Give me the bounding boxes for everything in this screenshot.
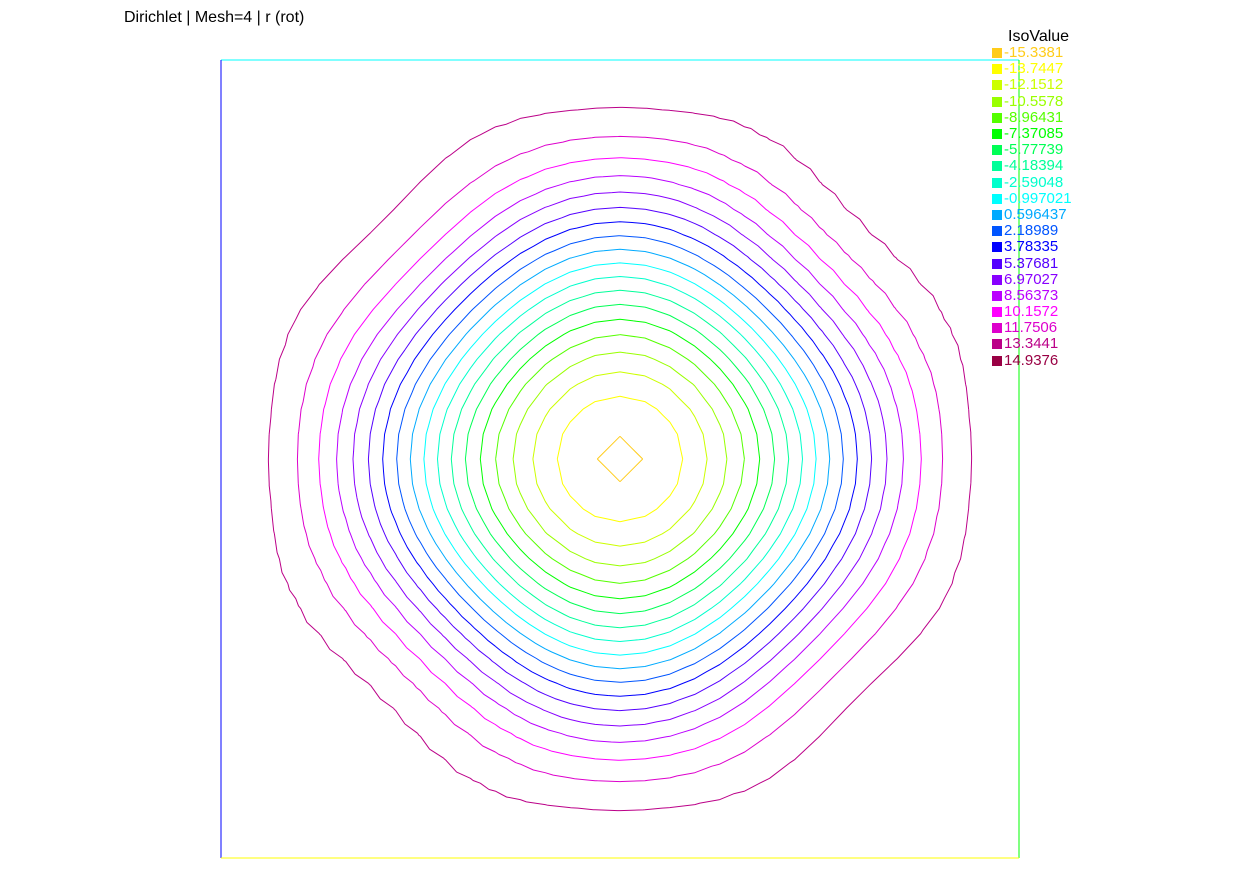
legend-item: -8.96431 [992, 108, 1072, 126]
isoline [296, 135, 944, 783]
legend-item: 8.56373 [992, 286, 1072, 304]
legend-item: -0.997021 [992, 189, 1072, 207]
legend-item: 14.9376 [992, 351, 1072, 369]
legend-item: 13.3441 [992, 336, 1072, 352]
legend-swatch [992, 96, 1002, 107]
legend-label: 0.596437 [1004, 205, 1067, 223]
legend-swatch [992, 323, 1002, 334]
legend-swatch [992, 129, 1002, 140]
legend-item: 3.78335 [992, 239, 1072, 255]
legend-swatch [992, 258, 1002, 269]
legend-swatch [992, 339, 1002, 350]
legend-label: -0.997021 [1004, 189, 1072, 207]
legend-swatch [992, 48, 1002, 59]
legend: IsoValue -15.3381 -13.7447 -12.1512 -10.557… [992, 29, 1072, 369]
isoline [382, 221, 858, 697]
legend-item: 5.37681 [992, 255, 1072, 271]
isoline [437, 276, 803, 642]
legend-swatch [992, 145, 1002, 156]
legend-label: 14.9376 [1004, 351, 1059, 369]
legend-swatch [992, 80, 1002, 91]
isoline [596, 435, 644, 483]
legend-item: -12.1512 [992, 77, 1072, 93]
isoline [318, 157, 922, 761]
legend-label: 13.3441 [1004, 335, 1059, 353]
legend-label: -2.59048 [1004, 173, 1064, 191]
legend-item: 2.18989 [992, 223, 1072, 239]
legend-title: IsoValue [1008, 28, 1070, 45]
legend-label: -12.1512 [1004, 76, 1064, 94]
isoline [556, 395, 684, 523]
legend-label: 2.18989 [1004, 222, 1059, 240]
legend-item: -13.7447 [992, 61, 1072, 77]
legend-swatch [992, 112, 1002, 123]
legend-item: 6.97027 [992, 270, 1072, 288]
legend-swatch [992, 177, 1002, 188]
legend-label: 6.97027 [1004, 270, 1059, 288]
isoline [464, 303, 776, 615]
isoline [423, 262, 817, 656]
legend-swatch [992, 226, 1002, 237]
isoline [532, 371, 708, 547]
legend-label: -8.96431 [1004, 108, 1064, 126]
legend-item: -4.18394 [992, 158, 1072, 174]
legend-swatch [992, 161, 1002, 172]
isoline [450, 289, 790, 629]
legend-item: -10.5578 [992, 92, 1072, 110]
legend-label: -4.18394 [1004, 157, 1064, 175]
isoline [396, 235, 844, 683]
legend-swatch [992, 193, 1002, 204]
legend-swatch [992, 64, 1002, 75]
legend-item: -2.59048 [992, 173, 1072, 191]
isoline [479, 318, 761, 600]
legend-item: 10.1572 [992, 304, 1072, 320]
legend-item: -7.37085 [992, 126, 1072, 142]
legend-swatch [992, 274, 1002, 285]
legend-swatch [992, 355, 1002, 366]
isoline [336, 175, 904, 743]
isoline [512, 351, 728, 567]
legend-swatch [992, 290, 1002, 301]
legend-swatch [992, 209, 1002, 220]
legend-item: 11.7506 [992, 320, 1072, 336]
legend-items: -15.3381 -13.7447 -12.1512 -10.5578 -8.96431… [992, 45, 1072, 369]
isoline [409, 248, 831, 670]
legend-label: 5.37681 [1004, 254, 1059, 272]
legend-item: -5.77739 [992, 142, 1072, 158]
legend-item: 0.596437 [992, 205, 1072, 223]
isoline [267, 106, 973, 812]
isoline [352, 191, 888, 727]
legend-item: -15.3381 [992, 45, 1072, 61]
legend-label: 3.78335 [1004, 238, 1059, 256]
legend-label: -10.5578 [1004, 92, 1064, 110]
legend-swatch [992, 242, 1002, 253]
legend-label: -5.77739 [1004, 141, 1064, 159]
legend-label: 10.1572 [1004, 303, 1059, 321]
legend-swatch [992, 307, 1002, 318]
isoline [367, 206, 873, 712]
legend-label: -15.3381 [1004, 44, 1064, 62]
legend-label: -7.37085 [1004, 125, 1064, 143]
legend-label: 8.56373 [1004, 286, 1059, 304]
legend-label: 11.7506 [1004, 319, 1058, 337]
legend-label: -13.7447 [1004, 60, 1064, 78]
